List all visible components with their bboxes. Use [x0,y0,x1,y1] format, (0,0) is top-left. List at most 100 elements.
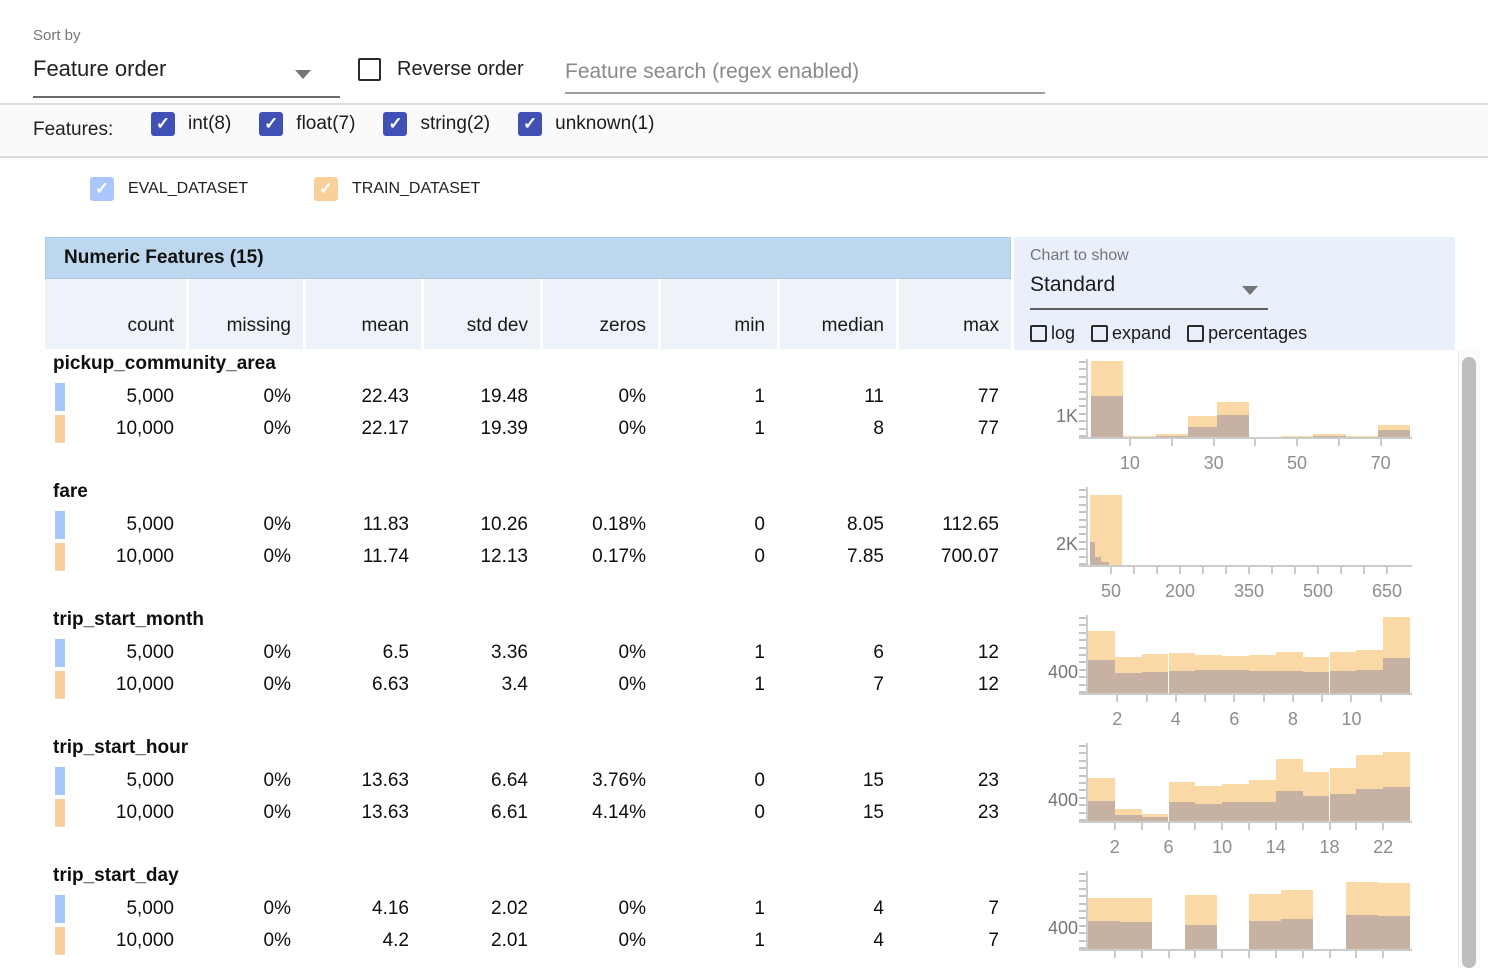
stat-zeros: 0% [540,894,658,924]
x-axis-tick [1355,951,1357,958]
overlap-bar [1088,801,1115,821]
y-axis-line [1086,743,1088,823]
checkbox-checked-icon[interactable]: ✓ [151,112,175,136]
overlap-bar [1120,922,1152,949]
sort-by-underline [33,96,340,98]
column-header-std-dev: std dev [424,279,540,349]
histogram-trip_start_hour: 2610141822 [1088,743,1410,821]
x-axis-tick [1248,823,1250,830]
x-axis-tick [1302,951,1304,958]
y-tick-label: 1K [1018,406,1078,427]
x-axis-tick [1271,567,1273,574]
stat-mean: 6.5 [303,638,421,668]
x-axis-tick [1116,695,1118,702]
column-header-label: mean [361,315,409,337]
x-axis-tick [1202,567,1204,574]
feature-type-filter-label: float(7) [296,113,355,135]
overlap-bar [1249,671,1276,693]
stats-column-header: countmissingmeanstd devzerosminmedianmax [45,279,1011,349]
sort-by-label: Sort by [33,27,81,44]
overlap-bar [1195,670,1222,693]
chevron-down-icon[interactable] [295,70,311,79]
checkbox-checked-icon[interactable]: ✓ [259,112,283,136]
chevron-down-icon[interactable] [1242,286,1258,295]
stat-min: 1 [658,894,777,924]
y-tick-label: 400 [1018,790,1078,811]
x-axis-tick [1175,695,1177,702]
feature-name: pickup_community_area [53,353,276,375]
column-header-label: max [963,315,999,337]
chart-option-expand: expand [1091,323,1171,344]
chart-type-dropdown[interactable]: Standard [1030,273,1115,297]
dataset-label: TRAIN_DATASET [352,180,480,198]
x-axis-tick [1141,823,1143,830]
checkbox-unchecked-icon[interactable] [1091,325,1108,342]
dataset-checkbox-eval_dataset[interactable]: ✓ [90,177,114,201]
reverse-order-label: Reverse order [397,58,524,81]
stat-missing: 0% [186,670,303,700]
overlap-bar [1142,672,1169,693]
x-axis-tick [1204,695,1206,702]
reverse-order-checkbox[interactable] [358,58,381,81]
stat-count: 5,000 [45,638,186,668]
checkbox-unchecked-icon[interactable] [1187,325,1204,342]
stat-missing: 0% [186,766,303,796]
stat-max: 77 [896,382,1011,412]
x-axis-tick [1275,823,1277,830]
feature-type-filter: ✓string(2) [383,112,490,136]
overlap-bar [1383,787,1410,821]
stat-missing: 0% [186,510,303,540]
checkbox-checked-icon[interactable]: ✓ [383,112,407,136]
stat-std-dev: 3.4 [421,670,540,700]
x-axis-tick [1329,823,1331,830]
x-axis-tick [1171,439,1173,446]
column-header-min: min [661,279,777,349]
overlap-bar [1249,802,1276,822]
x-tick-label: 500 [1303,581,1333,602]
overlap-bar [1276,671,1303,693]
stat-min: 0 [658,542,777,572]
overlap-bar [1115,673,1142,693]
dataset-checkbox-train_dataset[interactable]: ✓ [314,177,338,201]
x-axis-tick [1296,439,1298,446]
x-axis-tick [1350,695,1352,702]
overlap-bar [1169,671,1196,693]
y-axis-line [1086,871,1088,951]
chart-to-show-label: Chart to show [1030,247,1129,265]
column-header-median: median [780,279,896,349]
x-axis-tick [1302,823,1304,830]
overlap-bar [1276,791,1303,821]
stat-median: 8.05 [777,510,896,540]
x-tick-label: 50 [1287,453,1307,474]
column-header-label: std dev [467,315,528,337]
column-header-label: median [822,315,884,337]
stat-median: 11 [777,382,896,412]
column-header-missing: missing [189,279,303,349]
feature-name: fare [53,481,88,503]
stat-mean: 11.74 [303,542,421,572]
y-tick-label: 400 [1018,662,1078,683]
numeric-features-header: Numeric Features (15) [45,237,1011,279]
x-axis-tick [1141,951,1143,958]
checkbox-unchecked-icon[interactable] [1030,325,1047,342]
x-axis-tick [1168,951,1170,958]
checkbox-checked-icon[interactable]: ✓ [518,112,542,136]
column-header-label: min [734,315,765,337]
overlap-bar [1383,658,1410,693]
stat-min: 0 [658,766,777,796]
feature-type-filter-label: unknown(1) [555,113,654,135]
sort-by-dropdown[interactable]: Feature order [33,56,166,82]
feature-type-filter: ✓int(8) [151,112,231,136]
column-header-label: zeros [600,315,646,337]
x-axis-tick [1168,823,1170,830]
overlap-bar [1222,802,1249,821]
overlap-bar [1091,396,1123,437]
stat-max: 7 [896,926,1011,956]
vertical-scrollbar-thumb[interactable] [1462,357,1476,968]
overlap-bar [1330,671,1357,693]
x-tick-label: 650 [1372,581,1402,602]
stat-zeros: 0% [540,382,658,412]
stat-min: 1 [658,382,777,412]
feature-type-filters: ✓int(8)✓float(7)✓string(2)✓unknown(1) [151,112,654,136]
feature-search-input[interactable] [565,52,1045,94]
